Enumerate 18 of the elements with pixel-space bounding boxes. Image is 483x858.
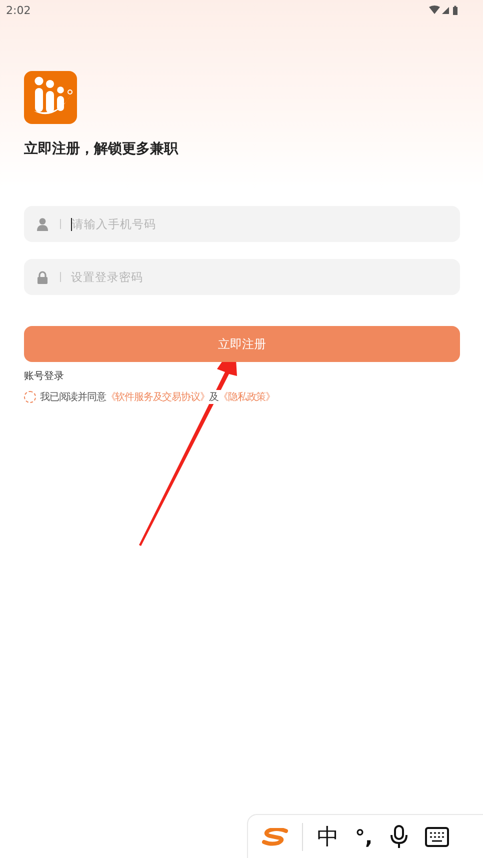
punctuation-key[interactable]: °, — [355, 825, 373, 849]
page-heading: 立即注册，解锁更多兼职 — [24, 140, 180, 159]
status-icons — [429, 5, 459, 15]
status-time: 2:02 — [6, 4, 31, 16]
ime-logo-icon[interactable] — [262, 828, 288, 846]
register-button[interactable]: 立即注册 — [24, 326, 460, 362]
phone-field[interactable]: 请输入手机号码 — [24, 206, 460, 242]
password-field[interactable]: 设置登录密码 — [24, 259, 460, 295]
keyboard-icon[interactable] — [424, 827, 449, 847]
privacy-link[interactable]: 《隐私政策》 — [218, 392, 276, 403]
app-logo-icon — [24, 71, 77, 124]
chinese-mode-key[interactable]: 中 — [317, 822, 339, 852]
lock-icon — [37, 270, 48, 284]
microphone-icon[interactable] — [388, 825, 409, 849]
agreement-checkbox[interactable] — [24, 391, 36, 403]
user-icon — [37, 218, 48, 230]
account-login-link[interactable]: 账号登录 — [24, 369, 64, 383]
terms-link[interactable]: 《软件服务及交易协议》 — [106, 392, 210, 403]
